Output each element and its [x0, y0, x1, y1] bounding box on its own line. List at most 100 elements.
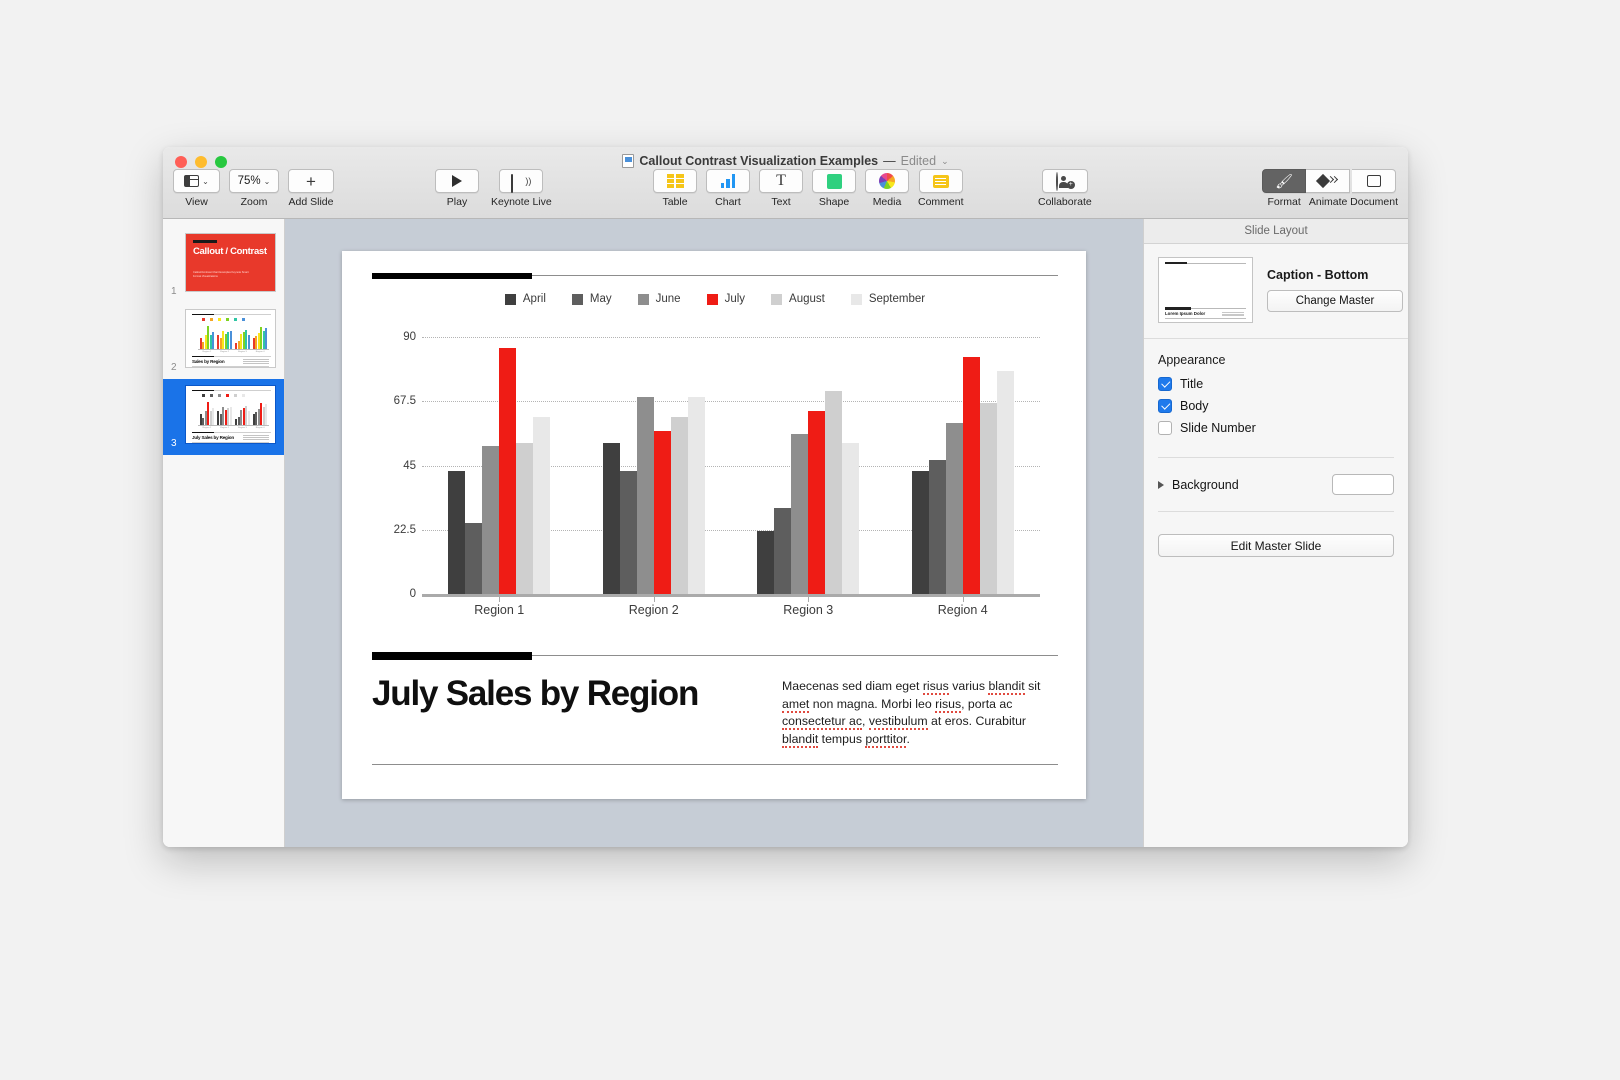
add-slide-label: Add Slide	[288, 196, 334, 208]
window-title-bar: Callout Contrast Visualization Examples …	[163, 154, 1408, 168]
collaborate-button-box[interactable]: +	[1041, 169, 1088, 193]
thumb-bar	[229, 330, 232, 349]
thumb3-title: July Sales by Region	[192, 435, 234, 440]
slide-thumbnail-2[interactable]: 2 Region 1 Region 2 Region 3 Region 4 Sales…	[163, 303, 284, 379]
change-master-button[interactable]: Change Master	[1267, 290, 1403, 312]
tab-format[interactable]: 🖌 Format	[1262, 169, 1307, 208]
slide-thumbnail-1[interactable]: 1 Callout / Contrast Callout/Contrast Ch…	[163, 227, 284, 303]
bar	[791, 434, 809, 594]
tab-animate[interactable]: Animate	[1306, 169, 1351, 208]
legend-label: July	[724, 293, 746, 305]
checkbox-slide-number[interactable]	[1158, 421, 1172, 435]
slide-canvas[interactable]: April May June July August September 0 22.5 45 6…	[342, 251, 1086, 799]
bar	[928, 459, 946, 594]
comment-button[interactable]: Comment	[918, 169, 964, 208]
slide-canvas-area[interactable]: April May June July August September 0 22.5 45 6…	[285, 219, 1143, 847]
checkbox-title[interactable]	[1158, 377, 1172, 391]
window-controls[interactable]	[175, 156, 227, 168]
slide-title-text[interactable]: July Sales by Region	[372, 675, 772, 713]
thumb-bar-group	[252, 401, 268, 425]
document-rect-icon	[1366, 175, 1381, 187]
window-body: 1 Callout / Contrast Callout/Contrast Ch…	[163, 219, 1408, 847]
play-triangle-icon	[452, 175, 462, 187]
slide-body-text[interactable]: Maecenas sed diam eget risus varius blan…	[782, 678, 1058, 748]
format-paintbrush-icon: 🖌	[1275, 173, 1294, 189]
body-text-run: Maecenas sed diam eget	[782, 679, 923, 693]
x-axis-tick-label: Region 3	[783, 603, 834, 617]
collaborate-button[interactable]: + Collaborate	[1038, 169, 1092, 208]
disclosure-triangle-icon[interactable]	[1158, 480, 1164, 489]
thumb-bar	[212, 332, 215, 349]
play-button-box[interactable]	[435, 169, 479, 193]
chart-object[interactable]: April May June July August September 0 22.5 45 6…	[372, 293, 1058, 625]
slide-middle-divider	[372, 651, 1058, 660]
animate-button-box[interactable]	[1306, 169, 1351, 193]
bar-group	[911, 337, 1014, 594]
body-text-run: , porta ac	[961, 696, 1013, 711]
chart-button-box[interactable]	[706, 169, 750, 193]
body-text-run: varius	[948, 679, 989, 693]
slide-navigator[interactable]: 1 Callout / Contrast Callout/Contrast Ch…	[163, 219, 285, 847]
close-button[interactable]	[175, 156, 187, 168]
legend-item: June	[637, 293, 681, 305]
chart-button[interactable]: Chart	[706, 169, 750, 208]
checkbox-row-title[interactable]: Title	[1158, 377, 1394, 391]
zoom-button-box[interactable]: 75% ⌄	[229, 169, 279, 193]
edit-master-slide-button[interactable]: Edit Master Slide	[1158, 534, 1394, 557]
shape-button-box[interactable]	[812, 169, 856, 193]
checkbox-body[interactable]	[1158, 399, 1172, 413]
toolbar-insert-group: Table Chart T Text Shape Media Comment	[653, 169, 964, 208]
keynote-live-button-box[interactable]: ))	[499, 169, 544, 193]
chevron-down-icon[interactable]: ⌄	[941, 156, 949, 167]
media-photos-icon	[879, 173, 895, 189]
minimize-button[interactable]	[195, 156, 207, 168]
legend-label: June	[655, 293, 681, 305]
bar-group	[757, 337, 860, 594]
text-button-box[interactable]: T	[759, 169, 803, 193]
media-button-label: Media	[872, 196, 902, 208]
bar	[979, 402, 997, 594]
thumb1-subtitle: Callout/Contrast Chart Examples Keynote …	[193, 271, 249, 278]
checkbox-row-slide-number[interactable]: Slide Number	[1158, 421, 1394, 435]
thumb-x-label: Region 3	[237, 351, 247, 353]
background-color-swatch[interactable]	[1332, 474, 1394, 495]
edit-master-wrapper: Edit Master Slide	[1144, 516, 1408, 557]
legend-label: September	[868, 293, 926, 305]
collaborate-label: Collaborate	[1038, 196, 1092, 208]
x-axis-tick	[808, 597, 810, 602]
window-title: Callout Contrast Visualization Examples	[639, 154, 879, 168]
play-button[interactable]: Play	[435, 169, 479, 208]
legend-item: August	[771, 293, 825, 305]
master-slide-thumbnail[interactable]: Lorem Ipsum Dolor	[1158, 257, 1253, 323]
media-button-box[interactable]	[865, 169, 909, 193]
view-button-box[interactable]: ⌄	[173, 169, 220, 193]
bar	[911, 471, 929, 594]
x-axis-tick-label: Region 1	[474, 603, 525, 617]
table-button-box[interactable]	[653, 169, 697, 193]
media-button[interactable]: Media	[865, 169, 909, 208]
text-button[interactable]: T Text	[759, 169, 803, 208]
y-axis-tick-label: 67.5	[393, 395, 416, 408]
document-button-box[interactable]	[1352, 169, 1397, 193]
maximize-button[interactable]	[215, 156, 227, 168]
comment-button-box[interactable]	[918, 169, 963, 193]
slide-top-divider	[372, 272, 1058, 279]
background-label: Background	[1172, 477, 1239, 492]
legend-item: July	[706, 293, 746, 305]
checkbox-row-body[interactable]: Body	[1158, 399, 1394, 413]
background-row[interactable]: Background	[1144, 462, 1408, 507]
zoom-button[interactable]: 75% ⌄ Zoom	[229, 169, 279, 208]
legend-item: May	[571, 293, 612, 305]
add-slide-button-box[interactable]: +	[288, 169, 334, 193]
table-button[interactable]: Table	[653, 169, 697, 208]
slide-thumbnail-3[interactable]: 3 Region 1 Region 2 Region 3 Region 4 July …	[163, 379, 284, 455]
format-button-box[interactable]: 🖌	[1262, 169, 1307, 193]
keynote-live-button[interactable]: )) Keynote Live	[491, 169, 552, 208]
keynote-live-label: Keynote Live	[491, 196, 552, 208]
y-axis-labels: 0 22.5 45 67.5 90	[372, 331, 416, 600]
add-slide-button[interactable]: + Add Slide	[288, 169, 334, 208]
shape-button[interactable]: Shape	[812, 169, 856, 208]
view-button[interactable]: ⌄ View	[173, 169, 220, 208]
plus-icon: +	[306, 171, 316, 191]
tab-document[interactable]: Document	[1350, 169, 1398, 208]
